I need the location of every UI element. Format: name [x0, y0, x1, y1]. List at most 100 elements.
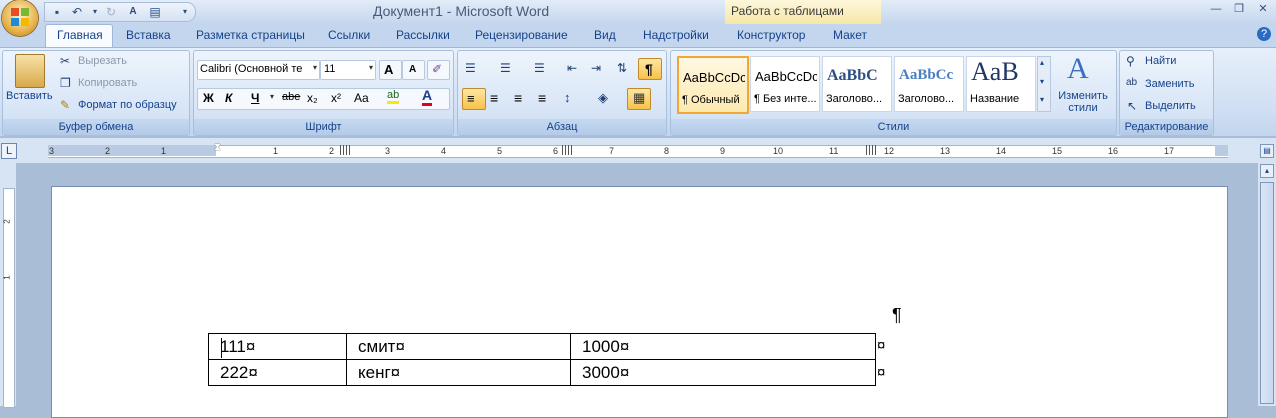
shading-icon[interactable]: ◈ [598, 90, 608, 106]
show-marks-button[interactable]: ¶ [638, 58, 662, 80]
vertical-ruler[interactable]: 2 1 [3, 188, 15, 408]
style-no-spacing[interactable]: AaBbCcDc ¶ Без инте... [750, 56, 820, 112]
replace-icon[interactable]: ab [1126, 77, 1137, 88]
chevron-up-icon[interactable]: ▴ [1040, 58, 1044, 67]
spelling-icon[interactable]: A [125, 4, 141, 20]
italic-button[interactable]: К [225, 91, 232, 105]
more-styles-icon[interactable]: ▾ [1040, 95, 1044, 104]
undo-icon[interactable]: ↶ [69, 4, 85, 20]
change-styles-button[interactable]: Изменить стили [1057, 90, 1109, 114]
paste-icon[interactable]: ▤ [147, 4, 163, 20]
cut-icon[interactable]: ✂ [60, 54, 70, 68]
chevron-down-icon[interactable]: ▾ [369, 63, 373, 72]
chevron-down-icon[interactable]: ▾ [313, 63, 317, 72]
shrink-font-button[interactable]: A [402, 60, 425, 80]
font-size-box[interactable]: 11 ▾ [320, 60, 376, 80]
binoculars-icon[interactable]: ⚲ [1126, 54, 1135, 68]
superscript-button[interactable]: x² [331, 91, 341, 105]
tab-view[interactable]: Вид [594, 28, 616, 42]
customize-qat-icon[interactable]: ▾ [177, 4, 193, 20]
replace-button[interactable]: Заменить [1145, 78, 1194, 90]
minimize-icon[interactable]: — [1207, 2, 1225, 16]
vertical-scrollbar[interactable]: ▤ ▴ [1258, 138, 1276, 406]
paste-button[interactable]: Вставить [6, 90, 53, 102]
chevron-down-icon[interactable]: ▾ [270, 92, 274, 101]
table-cell[interactable]: 1000¤ [570, 333, 876, 360]
tab-addins[interactable]: Надстройки [643, 28, 709, 42]
underline-button[interactable]: Ч [251, 91, 259, 105]
decrease-indent-icon[interactable]: ⇤ [567, 61, 577, 75]
office-button[interactable] [2, 0, 38, 36]
bold-button[interactable]: Ж [203, 91, 214, 105]
scroll-thumb[interactable] [1260, 182, 1274, 404]
style-heading-1[interactable]: AaBbC Заголово... [822, 56, 892, 112]
table-cell[interactable]: 111¤ [208, 333, 347, 360]
select-button[interactable]: Выделить [1145, 100, 1196, 112]
redo-icon[interactable]: ↻ [103, 4, 119, 20]
column-marker-icon[interactable] [866, 145, 876, 155]
line-spacing-icon[interactable]: ↕ [564, 90, 571, 105]
highlight-icon[interactable]: ab [387, 89, 400, 104]
font-color-icon[interactable]: A [422, 88, 433, 106]
ruler-tick: 8 [664, 146, 670, 156]
table-cell[interactable]: 3000¤ [570, 359, 876, 386]
horizontal-ruler[interactable] [48, 145, 1228, 158]
table-cell[interactable]: кенг¤ [346, 359, 571, 386]
copy-icon[interactable]: ❐ [60, 76, 71, 90]
subscript-button[interactable]: x₂ [307, 91, 318, 105]
save-icon[interactable]: ▪ [49, 4, 65, 20]
text-cursor [221, 338, 222, 358]
column-marker-icon[interactable] [340, 145, 350, 155]
tab-references[interactable]: Ссылки [328, 28, 370, 42]
tab-page-layout[interactable]: Разметка страницы [196, 28, 305, 42]
style-heading-2[interactable]: AaBbCc Заголово... [894, 56, 964, 112]
tab-layout[interactable]: Макет [833, 28, 867, 42]
tab-insert[interactable]: Вставка [126, 28, 171, 42]
table-cell[interactable]: 222¤ [208, 359, 347, 386]
multilevel-list-icon[interactable]: ☰ [534, 61, 545, 75]
ruler-tick: 11 [829, 146, 839, 156]
restore-icon[interactable]: ❐ [1230, 2, 1248, 16]
find-button[interactable]: Найти [1145, 55, 1176, 67]
close-icon[interactable]: ✕ [1254, 2, 1272, 16]
undo-dropdown-icon[interactable]: ▾ [87, 4, 103, 20]
strikethrough-button[interactable]: abe [282, 91, 300, 103]
tab-selector-icon[interactable]: L [1, 143, 17, 159]
cut-button[interactable]: Вырезать [78, 55, 127, 67]
styles-scroll[interactable]: ▴ ▾ ▾ [1037, 56, 1051, 112]
numbering-icon[interactable]: ☰ [500, 61, 511, 75]
ruler-toggle-icon[interactable]: ▤ [1260, 144, 1274, 158]
bullets-icon[interactable]: ☰ [465, 61, 476, 75]
cursor-icon[interactable]: ↖ [1127, 99, 1137, 113]
tab-mailings[interactable]: Рассылки [396, 28, 450, 42]
change-styles-icon[interactable]: A [1067, 52, 1089, 86]
font-name-box[interactable]: Calibri (Основной те ▾ [197, 60, 320, 80]
indent-marker-icon[interactable]: ⧗ [214, 142, 221, 153]
align-center-icon[interactable]: ≡ [490, 90, 498, 106]
justify-icon[interactable]: ≡ [538, 90, 546, 106]
tab-review[interactable]: Рецензирование [475, 28, 568, 42]
tab-label-home[interactable]: Главная [57, 28, 103, 42]
borders-button[interactable]: ▦ [627, 88, 651, 110]
clear-formatting-button[interactable]: ✐ [427, 60, 450, 80]
sort-icon[interactable]: ⇅ [617, 61, 627, 75]
tab-design[interactable]: Конструктор [737, 28, 805, 42]
ruler-tick: 1 [273, 146, 279, 156]
copy-button[interactable]: Копировать [78, 77, 137, 89]
grow-font-button[interactable]: A [379, 60, 402, 80]
help-icon[interactable]: ? [1257, 27, 1271, 41]
scroll-up-icon[interactable]: ▴ [1260, 164, 1274, 178]
style-normal[interactable]: AaBbCcDc ¶ Обычный [677, 56, 749, 114]
format-painter-icon[interactable]: ✎ [60, 98, 70, 112]
chevron-down-icon[interactable]: ▾ [1040, 77, 1044, 86]
align-left-button[interactable]: ≡ [462, 88, 486, 110]
style-title[interactable]: AaB Название [966, 56, 1036, 112]
table-cell[interactable]: смит¤ [346, 333, 571, 360]
change-case-button[interactable]: Aa [354, 91, 369, 105]
align-right-icon[interactable]: ≡ [514, 90, 522, 106]
document-table[interactable]: 111¤ смит¤ 1000¤ 222¤ кенг¤ 3000¤ [208, 333, 876, 386]
format-painter-button[interactable]: Формат по образцу [78, 99, 177, 111]
paste-button-icon[interactable] [15, 54, 45, 88]
column-marker-icon[interactable] [562, 145, 572, 155]
increase-indent-icon[interactable]: ⇥ [591, 61, 601, 75]
